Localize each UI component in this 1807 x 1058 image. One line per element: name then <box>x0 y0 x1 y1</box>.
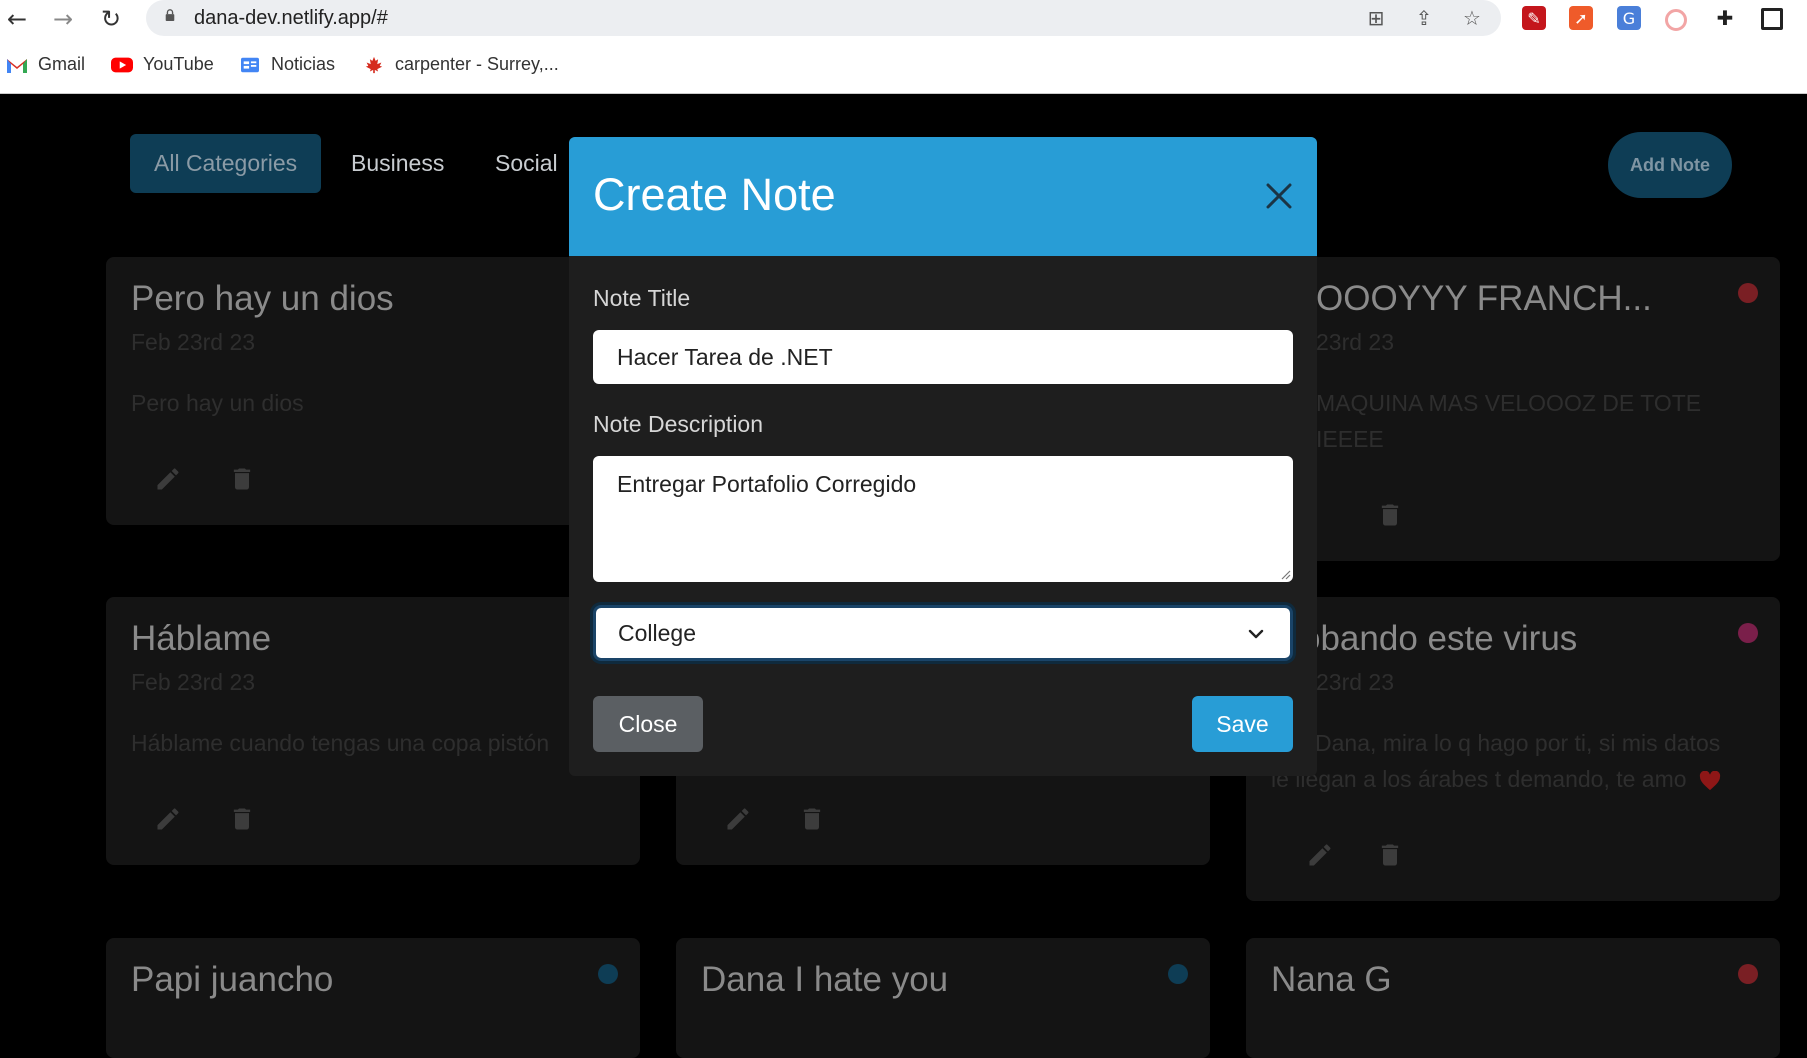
share-icon[interactable]: ⇪ <box>1412 6 1436 30</box>
note-card: Papi juancho <box>106 938 640 1058</box>
delete-icon[interactable] <box>1376 501 1404 529</box>
note-card: obando este virus 23rd 23 Dana, mira lo … <box>1246 597 1780 901</box>
bookmark-label: carpenter - Surrey,... <box>395 54 559 74</box>
extension-ring-icon[interactable] <box>1665 9 1687 31</box>
close-button[interactable]: Close <box>593 696 703 752</box>
bookmark-label: Gmail <box>38 54 86 74</box>
category-dot <box>1168 964 1188 984</box>
category-selected-value: College <box>618 620 696 646</box>
bookmark-noticias[interactable]: Noticias <box>239 54 335 75</box>
create-note-modal: Create Note Note Title Hacer Tarea de .N… <box>569 137 1317 776</box>
note-description-label: Note Description <box>593 411 764 437</box>
note-date: 23rd 23 <box>1316 669 1395 695</box>
category-dot <box>1738 964 1758 984</box>
extension-red-icon[interactable]: ✎ <box>1522 6 1546 30</box>
tab-social[interactable]: Social <box>471 134 582 193</box>
modal-header: Create Note <box>569 137 1317 256</box>
note-description-textarea[interactable]: Entregar Portafolio Corregido <box>593 456 1293 582</box>
tab-all-categories[interactable]: All Categories <box>130 134 322 193</box>
google-news-icon <box>241 57 259 72</box>
edit-icon[interactable] <box>154 465 182 493</box>
note-description-line: MAQUINA MAS VELOOOZ DE TOTE <box>1316 390 1702 416</box>
category-dot <box>1738 623 1758 643</box>
bookmark-label: YouTube <box>143 54 214 74</box>
back-icon[interactable]: ← <box>0 2 34 36</box>
extension-rocket-icon[interactable]: ➚ <box>1569 6 1593 30</box>
note-card: Nana G <box>1246 938 1780 1058</box>
note-title: Pero hay un dios <box>131 279 394 318</box>
close-icon[interactable] <box>1262 179 1296 213</box>
note-date: Feb 23rd 23 <box>131 669 256 695</box>
delete-icon[interactable] <box>798 805 826 833</box>
delete-icon[interactable] <box>228 805 256 833</box>
bookmarks-bar: Gmail YouTube Noticias carpenter - Surre… <box>0 38 1807 94</box>
heart-icon <box>1699 770 1721 791</box>
address-bar[interactable]: dana-dev.netlify.app/# ⊞ ⇪ ☆ <box>146 0 1501 36</box>
note-date: Feb 23rd 23 <box>131 329 256 355</box>
browser-toolbar: ← → ↻ dana-dev.netlify.app/# ⊞ ⇪ ☆ ✎ ➚ G… <box>0 0 1807 38</box>
resize-handle-icon[interactable] <box>1279 568 1291 580</box>
note-title: Háblame <box>131 619 272 658</box>
bookmark-youtube[interactable]: YouTube <box>111 54 214 75</box>
google-translate-icon[interactable]: G <box>1617 6 1641 30</box>
bookmark-carpenter[interactable]: carpenter - Surrey,... <box>363 54 559 75</box>
note-date: 23rd 23 <box>1316 329 1395 355</box>
note-card: Dana I hate you <box>676 938 1210 1058</box>
reload-icon[interactable]: ↻ <box>94 2 128 36</box>
save-button[interactable]: Save <box>1192 696 1293 752</box>
category-select[interactable]: College <box>593 605 1293 661</box>
modal-title: Create Note <box>593 169 836 220</box>
note-description: Pero hay un dios <box>131 390 304 416</box>
note-description: Háblame cuando tengas una copa pistón <box>131 730 550 756</box>
note-description: MAQUINA MAS VELOOOZ DE TOTE IEEEE <box>1316 385 1806 457</box>
extensions-puzzle-icon[interactable]: ✚ <box>1713 6 1737 30</box>
category-dot <box>1738 283 1758 303</box>
star-icon[interactable]: ☆ <box>1460 6 1484 30</box>
note-title: Papi juancho <box>131 960 334 999</box>
note-title-input[interactable]: Hacer Tarea de .NET <box>593 330 1293 384</box>
note-card: Háblame Feb 23rd 23 Háblame cuando tenga… <box>106 597 640 865</box>
maple-leaf-icon <box>365 56 383 73</box>
lock-icon <box>165 9 175 21</box>
chevron-down-icon <box>1248 629 1264 639</box>
note-title: obando este virus <box>1301 619 1578 658</box>
delete-icon[interactable] <box>1376 841 1404 869</box>
note-card: Pero hay un dios Feb 23rd 23 Pero hay un… <box>106 257 640 525</box>
bookmark-gmail[interactable]: Gmail <box>6 54 85 75</box>
gmail-icon <box>7 58 27 73</box>
note-title-label: Note Title <box>593 285 691 311</box>
edit-icon[interactable] <box>1306 841 1334 869</box>
edit-icon[interactable] <box>154 805 182 833</box>
tab-business[interactable]: Business <box>327 134 468 193</box>
note-description-line: IEEEE <box>1316 426 1384 452</box>
note-card: OOOYYY FRANCH... 23rd 23 MAQUINA MAS VEL… <box>1246 257 1780 561</box>
category-dot <box>598 964 618 984</box>
youtube-icon <box>111 57 133 72</box>
url-text[interactable]: dana-dev.netlify.app/# <box>194 7 388 30</box>
add-note-button[interactable]: Add Note <box>1608 132 1732 198</box>
delete-icon[interactable] <box>228 465 256 493</box>
edit-icon[interactable] <box>724 805 752 833</box>
note-title: Dana I hate you <box>701 960 949 999</box>
note-description-text: Entregar Portafolio Corregido <box>617 471 917 497</box>
note-description: Dana, mira lo q hago por ti, si mis dato… <box>1271 725 1761 797</box>
side-panel-icon[interactable] <box>1761 8 1783 30</box>
note-title: OOOYYY FRANCH... <box>1316 279 1652 318</box>
translate-icon[interactable]: ⊞ <box>1364 6 1388 30</box>
note-title: Nana G <box>1271 960 1392 999</box>
bookmark-label: Noticias <box>271 54 336 74</box>
forward-icon[interactable]: → <box>46 2 80 36</box>
note-description-line: le llegan a los árabes t demando, te amo <box>1271 766 1687 792</box>
note-description-line: Dana, mira lo q hago por ti, si mis dato… <box>1315 730 1721 756</box>
